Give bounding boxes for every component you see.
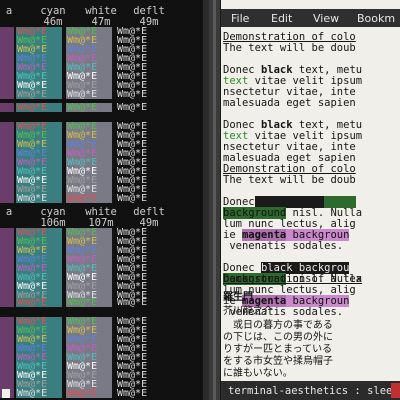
- color-swatch: [0, 54, 14, 63]
- color-swatch: Wm@*E: [117, 102, 148, 113]
- color-swatch: [0, 335, 14, 344]
- color-swatch: Wm@*E: [16, 389, 62, 399]
- jp-author: 芥川龍之介: [223, 306, 273, 317]
- status-text: terminal-aesthetics : sleep: [228, 385, 399, 397]
- color-swatch: [0, 45, 14, 54]
- color-swatch: Wm@*E: [117, 297, 148, 308]
- jp-line: りすがー匹とまっている: [223, 344, 333, 355]
- color-swatch: [0, 362, 14, 371]
- menu-bar: File Edit View Bookm: [221, 9, 400, 27]
- resize-handle[interactable]: [213, 0, 216, 400]
- output-line: malesuada eget sapien: [223, 97, 356, 109]
- color-swatch: [0, 72, 14, 81]
- color-swatch: Wm@*E: [16, 103, 62, 113]
- window-border[interactable]: [209, 0, 220, 400]
- output-line: The text will be doub: [223, 42, 356, 54]
- color-swatch: Wm@*E: [66, 194, 112, 204]
- color-swatch: [0, 264, 14, 273]
- menu-bookmarks[interactable]: Bookm: [357, 12, 395, 25]
- color-swatch: [0, 380, 14, 389]
- status-bar: terminal-aesthetics : sleep: [221, 381, 400, 400]
- color-swatch: [0, 63, 14, 72]
- menu-view[interactable]: View: [313, 12, 339, 25]
- color-swatch: [0, 81, 14, 90]
- color-swatch: [0, 27, 14, 36]
- color-swatch: [0, 185, 14, 194]
- color-swatch: [0, 131, 14, 140]
- color-swatch: Wm@*E: [66, 389, 112, 399]
- color-swatch: Wm@*E: [66, 298, 112, 308]
- left-cursor: [2, 389, 10, 398]
- jp-line: をする市女笠や揉烏帽子: [223, 356, 333, 367]
- menu-file[interactable]: File: [231, 12, 249, 25]
- color-swatch: [0, 194, 14, 203]
- output-line: Demonstration of a tex: [223, 273, 363, 285]
- color-swatch: [0, 122, 14, 131]
- color-swatch: [0, 273, 14, 282]
- color-swatch: Wm@*E: [66, 90, 112, 100]
- color-swatch: [0, 344, 14, 353]
- col-header-a-2: a: [5, 206, 13, 218]
- col-header-a: a: [5, 5, 13, 17]
- color-swatch: [0, 90, 14, 99]
- color-swatch: [0, 149, 14, 158]
- jp-line: 或日の暮方の事である: [223, 320, 333, 331]
- color-swatch: [0, 353, 14, 362]
- color-swatch: Wm@*E: [117, 388, 148, 399]
- right-terminal-window: File Edit View Bookm Demonstration of co…: [221, 0, 400, 400]
- color-swatch: [0, 176, 14, 185]
- color-swatch: Wm@*E: [117, 89, 148, 100]
- color-swatch: [0, 255, 14, 264]
- color-swatch: [0, 246, 14, 255]
- color-swatch: [0, 167, 14, 176]
- color-swatch: [0, 36, 14, 45]
- status-indicator: [391, 383, 400, 398]
- color-swatch: [0, 237, 14, 246]
- color-swatch: [0, 158, 14, 167]
- color-swatch: [0, 326, 14, 335]
- jp-title: 羅生門: [223, 292, 253, 303]
- left-terminal: a cyan 46m white 47m deflt 49m Wm@*E Wm@*…: [0, 0, 209, 400]
- color-swatch: Wm@*E: [16, 298, 62, 308]
- color-swatch: [0, 371, 14, 380]
- jp-line: に誰もいない。: [223, 368, 293, 379]
- color-swatch: Wm@*E: [66, 103, 112, 113]
- output-line: The text will be doub: [223, 174, 356, 186]
- color-swatch: [0, 140, 14, 149]
- color-swatch: Wm@*E: [16, 194, 62, 204]
- color-swatch: Wm@*E: [16, 90, 62, 100]
- menu-edit[interactable]: Edit: [271, 12, 292, 25]
- color-swatch: Wm@*E: [117, 193, 148, 204]
- color-swatch: [0, 298, 14, 307]
- output-line: venenatis sodales.: [223, 240, 344, 252]
- color-swatch: [0, 228, 14, 237]
- jp-line: の下じは、この男の外に: [223, 332, 333, 343]
- color-swatch: [0, 103, 14, 112]
- color-swatch: [0, 317, 14, 326]
- color-swatch: [0, 282, 14, 291]
